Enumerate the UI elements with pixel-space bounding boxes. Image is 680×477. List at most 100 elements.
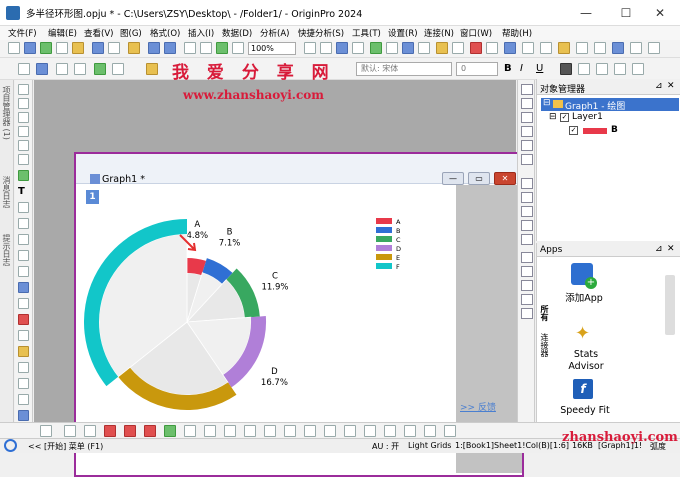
line-tool-icon[interactable]	[18, 234, 29, 245]
add-text-icon[interactable]	[540, 42, 552, 54]
plot-setup-icon[interactable]	[36, 63, 48, 75]
image-tool-icon[interactable]	[18, 298, 29, 309]
refresh-icon[interactable]	[304, 42, 316, 54]
find-icon[interactable]	[452, 42, 464, 54]
status-start-menu[interactable]: << [开始] 菜单 (F1)	[28, 441, 103, 452]
line-width-icon[interactable]	[614, 63, 626, 75]
legend-swatch-d[interactable]	[376, 245, 392, 251]
duplicate-icon[interactable]	[232, 42, 244, 54]
font-size-select[interactable]: 0	[456, 62, 498, 76]
italic-icon[interactable]: I	[520, 63, 532, 75]
graph-type-icon[interactable]	[521, 84, 533, 95]
object-edit-icon[interactable]	[521, 308, 533, 319]
legend-swatch-c[interactable]	[376, 236, 392, 242]
feedback-link[interactable]: >> 反馈	[460, 400, 496, 413]
box-layout-icon[interactable]	[521, 220, 533, 231]
pan-tool-icon[interactable]	[18, 112, 29, 123]
menu-graph[interactable]: 图(G)	[120, 27, 142, 39]
tile-icon[interactable]	[630, 42, 642, 54]
font-color-icon[interactable]	[560, 63, 572, 75]
legend-swatch-f[interactable]	[376, 263, 392, 269]
new-matrix-icon[interactable]	[56, 42, 68, 54]
arrange-icon[interactable]	[576, 42, 588, 54]
add-x-axis-icon[interactable]	[521, 192, 533, 203]
break-icon[interactable]	[521, 252, 533, 263]
plot-more-icon[interactable]	[444, 425, 456, 437]
new-workbook-icon[interactable]	[24, 42, 36, 54]
graph-close-button[interactable]: ✕	[494, 172, 516, 185]
menu-window[interactable]: 窗口(W)	[460, 27, 492, 39]
speedy-fit-icon[interactable]: f	[573, 379, 593, 399]
layers-icon[interactable]	[486, 42, 498, 54]
menu-quick-analysis[interactable]: 快捷分析(S)	[298, 27, 344, 39]
minimize-button[interactable]: —	[566, 0, 606, 26]
pin-icon[interactable]: ⊿	[655, 244, 663, 254]
legend-update-icon[interactable]	[521, 266, 533, 277]
import-wizard-icon[interactable]	[200, 42, 212, 54]
radar-plot-icon[interactable]	[344, 425, 356, 437]
legend-swatch-a[interactable]	[376, 218, 392, 224]
color-icon[interactable]	[558, 42, 570, 54]
smith-chart-icon[interactable]	[324, 425, 336, 437]
ellipse-tool-icon[interactable]	[18, 266, 29, 277]
panel-close-icon[interactable]: ✕	[667, 244, 675, 254]
scatter-plot-icon[interactable]	[64, 425, 76, 437]
menu-edit[interactable]: 编辑(E)	[48, 27, 77, 39]
ternary-plot-icon[interactable]	[304, 425, 316, 437]
rescale-icon[interactable]	[522, 42, 534, 54]
menu-file[interactable]: 文件(F)	[8, 27, 37, 39]
tab-all-apps[interactable]: 所有	[539, 305, 550, 321]
menu-connect[interactable]: 连接(N)	[424, 27, 454, 39]
date-icon[interactable]	[521, 294, 533, 305]
screen-reader-tool-icon[interactable]	[18, 140, 29, 151]
speedy-fit-label[interactable]: Speedy Fit	[555, 405, 615, 416]
import-icon[interactable]	[184, 42, 196, 54]
collapse-icon[interactable]: ⊟	[543, 98, 551, 108]
vector-plot-icon[interactable]	[364, 425, 376, 437]
tree-graph-node[interactable]: ⊟ Graph1 - 绘图	[541, 98, 679, 112]
bold-icon[interactable]: B	[504, 63, 516, 75]
cancel-icon[interactable]	[470, 42, 482, 54]
region-tool-icon[interactable]	[18, 170, 29, 181]
code-builder-icon[interactable]	[386, 42, 398, 54]
color-scale-icon[interactable]	[18, 314, 29, 325]
pie-plot-icon[interactable]	[184, 425, 196, 437]
pointer-tool-icon[interactable]	[18, 84, 29, 95]
rectangle-tool-icon[interactable]	[18, 250, 29, 261]
menu-format[interactable]: 格式(O)	[150, 27, 180, 39]
area-plot-icon[interactable]	[164, 425, 176, 437]
graph-restore-button[interactable]: ▭	[468, 172, 490, 185]
checkbox-icon[interactable]: ✓	[560, 113, 569, 122]
extract-icon[interactable]	[612, 42, 624, 54]
line-style-icon[interactable]	[596, 63, 608, 75]
new-notes-icon[interactable]	[72, 42, 84, 54]
merge-icon[interactable]	[594, 42, 606, 54]
axis-icon[interactable]	[18, 63, 30, 75]
search-icon[interactable]	[4, 439, 17, 452]
draw-data-icon[interactable]	[94, 63, 106, 75]
export-icon[interactable]	[336, 42, 348, 54]
timestamp-icon[interactable]	[521, 280, 533, 291]
layer-number-badge[interactable]: 1	[86, 190, 99, 204]
app-center-icon[interactable]	[504, 42, 516, 54]
graph-minimize-button[interactable]: —	[442, 172, 464, 185]
print-icon[interactable]	[320, 42, 332, 54]
3d-plot-icon[interactable]	[244, 425, 256, 437]
object-tool-icon[interactable]	[18, 394, 29, 405]
column-plot-icon[interactable]	[104, 425, 116, 437]
multi-panel-icon[interactable]	[404, 425, 416, 437]
data-reader-icon[interactable]	[56, 63, 68, 75]
command-window-icon[interactable]	[418, 42, 430, 54]
tab-connectors[interactable]: 连接器	[539, 333, 550, 357]
new-function-icon[interactable]	[108, 42, 120, 54]
text-tool-icon[interactable]: T	[18, 186, 29, 197]
equation-tool-icon[interactable]	[18, 282, 29, 293]
grid-table-icon[interactable]	[521, 178, 533, 189]
toolbar-more-icon[interactable]	[648, 42, 660, 54]
apps-scrollbar[interactable]	[665, 275, 675, 335]
layer-content-icon[interactable]	[521, 112, 533, 123]
pin-icon[interactable]: ⊿	[655, 81, 663, 91]
menu-tools[interactable]: 工具(T)	[352, 27, 381, 39]
graph-title-bar[interactable]: Graph1 * — ▭ ✕	[76, 154, 522, 185]
more-tools-icon[interactable]	[18, 410, 29, 421]
